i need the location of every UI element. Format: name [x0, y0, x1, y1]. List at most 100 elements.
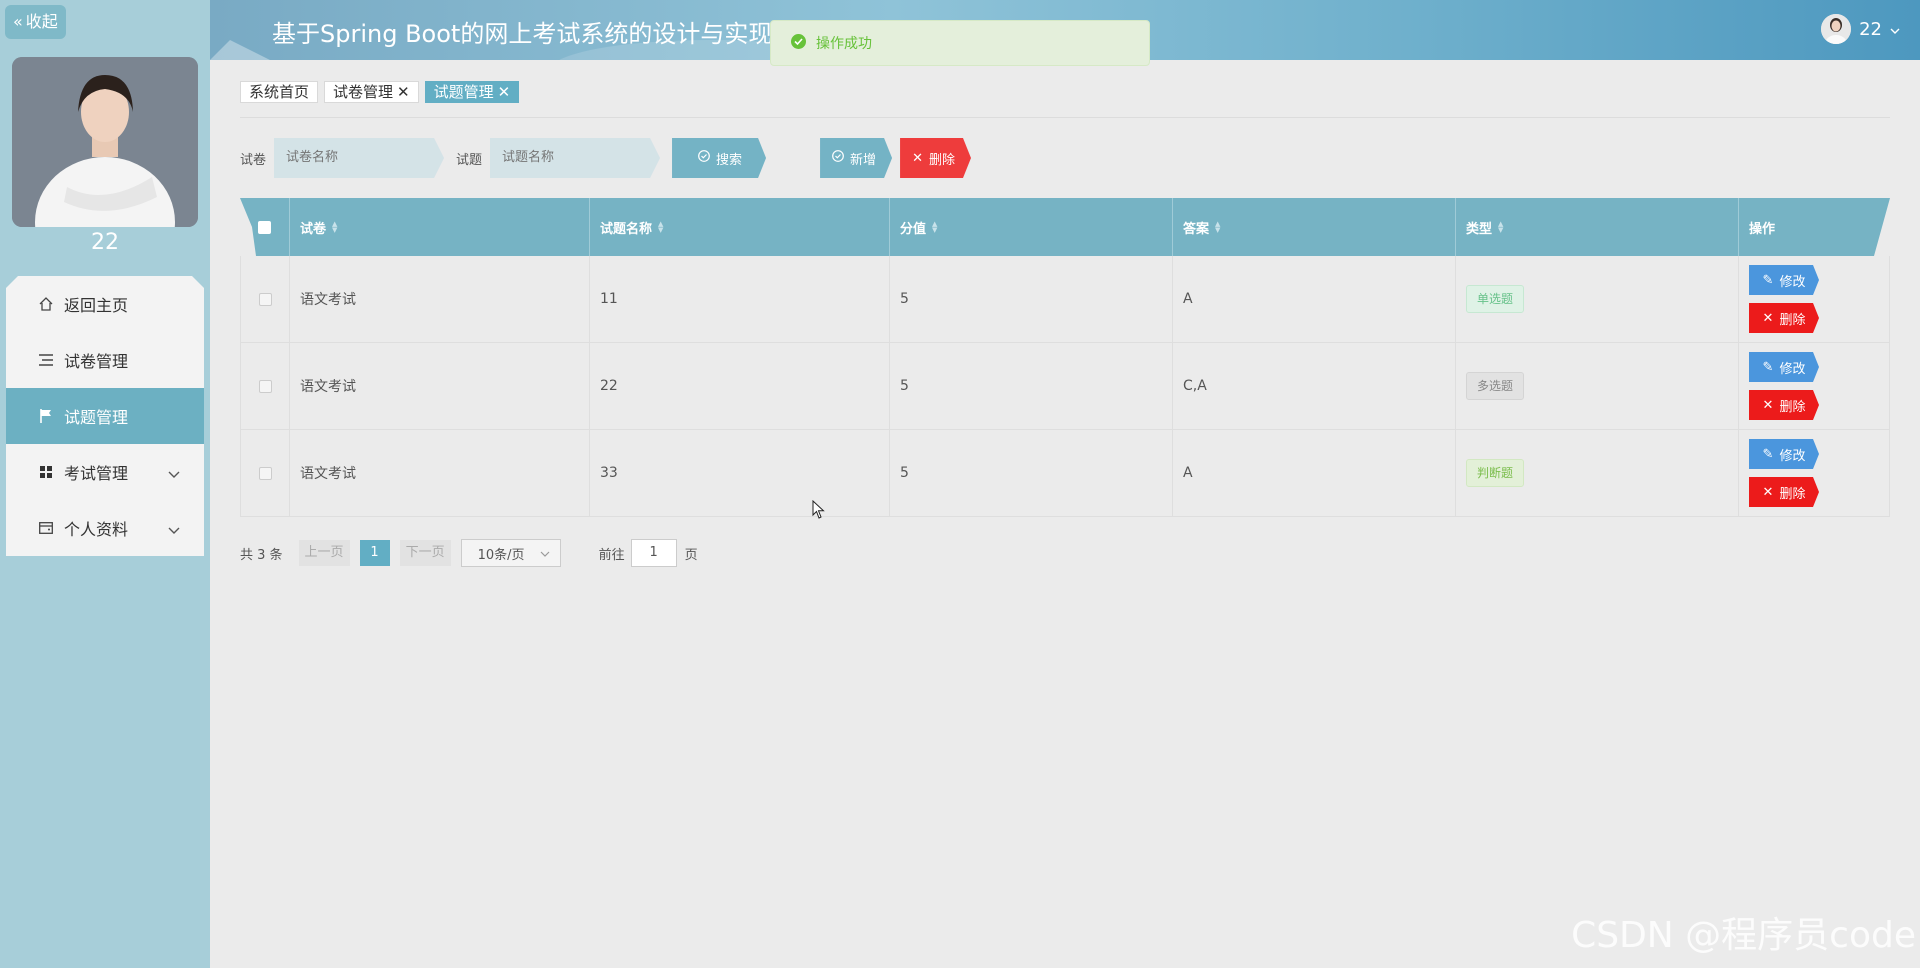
sidebar-item-paper-management[interactable]: 试卷管理: [6, 332, 204, 388]
column-header-score[interactable]: 分值 ▲ ▼: [890, 198, 1173, 256]
table-header: 试卷 ▲ ▼ 试题名称 ▲ ▼ 分值 ▲ ▼ 答案 ▲ ▼ 类型 ▲ ▼ 操作: [240, 198, 1890, 256]
chevron-down-icon: [168, 520, 180, 539]
flag-icon: [38, 408, 54, 424]
goto-label: 前往: [598, 547, 625, 563]
close-icon: ✕: [1762, 397, 1774, 413]
actions-cell: ✎ 修改 ✕ 删除: [1739, 343, 1890, 429]
sidebar-item-home[interactable]: 返回主页: [6, 276, 204, 332]
row-select-cell: [240, 343, 290, 429]
column-header-type[interactable]: 类型 ▲ ▼: [1456, 198, 1739, 256]
score-cell: 5: [890, 256, 1173, 342]
page-size-select[interactable]: 10条/页: [460, 539, 561, 567]
row-checkbox[interactable]: [258, 379, 272, 393]
question-name-input[interactable]: [490, 138, 661, 178]
collapse-button[interactable]: « 收起: [5, 5, 66, 39]
mouse-cursor-icon: [812, 499, 826, 524]
edit-button[interactable]: ✎ 修改: [1749, 265, 1819, 295]
sidebar-item-profile[interactable]: 个人资料: [6, 500, 204, 556]
answer-cell: C,A: [1173, 343, 1456, 429]
delete-button-label: 删除: [928, 152, 955, 168]
grid-icon: [38, 464, 54, 480]
column-header-paper[interactable]: 试卷 ▲ ▼: [290, 198, 590, 256]
column-header-question-name[interactable]: 试题名称 ▲ ▼: [590, 198, 890, 256]
close-icon[interactable]: ✕: [498, 82, 511, 102]
pagination: 共 3 条 上一页 1 下一页 10条/页 前往 1 页: [240, 539, 698, 567]
question-search-label: 试题: [456, 152, 483, 168]
divider: [240, 117, 1890, 118]
watermark: CSDN @程序员code: [1571, 915, 1916, 956]
user-menu[interactable]: 22: [1821, 14, 1900, 44]
type-badge: 单选题: [1466, 285, 1525, 313]
header-label: 类型: [1466, 221, 1493, 237]
home-icon: [38, 296, 54, 312]
goto-page-input[interactable]: 1: [630, 539, 677, 567]
check-circle-outline-icon: [698, 150, 710, 166]
score-cell: 5: [890, 430, 1173, 516]
paper-search-label: 试卷: [240, 152, 267, 168]
delete-button[interactable]: ✕ 删除: [1749, 477, 1819, 507]
close-icon: ✕: [1762, 310, 1774, 326]
edit-button[interactable]: ✎ 修改: [1749, 439, 1819, 469]
row-checkbox[interactable]: [258, 466, 272, 480]
avatar: [1821, 14, 1852, 44]
tag-bar: 系统首页 试卷管理 ✕ 试题管理 ✕: [240, 81, 520, 103]
row-checkbox[interactable]: [258, 292, 272, 306]
list-icon: [38, 352, 54, 368]
edit-label: 修改: [1779, 361, 1806, 377]
delete-label: 删除: [1779, 312, 1806, 328]
tag-home[interactable]: 系统首页: [240, 81, 319, 103]
column-header-actions: 操作: [1739, 198, 1890, 256]
select-all-cell: [240, 198, 290, 256]
select-all-checkbox[interactable]: [258, 220, 271, 234]
sidebar-item-label: 返回主页: [64, 296, 129, 315]
check-circle-icon: [791, 33, 806, 53]
tag-paper-management[interactable]: 试卷管理 ✕: [324, 81, 419, 103]
sidebar-item-exam-management[interactable]: 考试管理: [6, 444, 204, 500]
chevron-down-icon: [540, 546, 550, 561]
actions-cell: ✎ 修改 ✕ 删除: [1739, 430, 1890, 516]
search-button[interactable]: 搜索: [672, 138, 766, 178]
close-icon: ✕: [912, 150, 923, 166]
next-page-button[interactable]: 下一页: [399, 540, 451, 566]
delete-button[interactable]: ✕ 删除: [1749, 390, 1819, 420]
tag-question-management[interactable]: 试题管理 ✕: [424, 81, 520, 103]
header-label: 操作: [1749, 221, 1776, 237]
score-cell: 5: [890, 343, 1173, 429]
question-name-cell: 22: [590, 343, 890, 429]
tag-label: 试题管理: [433, 83, 494, 101]
edit-button[interactable]: ✎ 修改: [1749, 352, 1819, 382]
type-cell: 判断题: [1456, 430, 1739, 516]
question-name-cell: 11: [590, 256, 890, 342]
sort-icon: ▲ ▼: [658, 220, 664, 234]
toast-message: 操作成功: [816, 36, 872, 52]
sort-icon: ▲ ▼: [1215, 220, 1221, 234]
header-label: 试卷: [300, 221, 327, 237]
delete-button[interactable]: ✕ 删除: [1749, 303, 1819, 333]
paper-name-input[interactable]: [274, 138, 445, 178]
type-cell: 单选题: [1456, 256, 1739, 342]
sidebar-menu: 返回主页 试卷管理 试题管理 考试管理 个人资料: [6, 276, 204, 556]
page-unit-label: 页: [684, 547, 698, 563]
total-count: 共 3 条: [240, 547, 283, 563]
column-header-answer[interactable]: 答案 ▲ ▼: [1173, 198, 1456, 256]
edit-label: 修改: [1779, 274, 1806, 290]
edit-icon: ✎: [1762, 359, 1774, 375]
batch-delete-button[interactable]: ✕ 删除: [900, 138, 971, 178]
actions-cell: ✎ 修改 ✕ 删除: [1739, 256, 1890, 342]
type-badge: 判断题: [1466, 459, 1525, 487]
user-avatar-photo: [12, 57, 198, 227]
edit-icon: ✎: [1762, 272, 1774, 288]
prev-page-button[interactable]: 上一页: [298, 540, 350, 566]
add-button[interactable]: 新增: [820, 138, 892, 178]
close-icon[interactable]: ✕: [397, 82, 410, 102]
delete-label: 删除: [1779, 399, 1806, 415]
tag-label: 试卷管理: [333, 83, 394, 101]
page-number-1[interactable]: 1: [359, 540, 390, 566]
page-size-value: 10条/页: [477, 547, 525, 563]
header-label: 试题名称: [600, 221, 653, 237]
delete-label: 删除: [1779, 486, 1806, 502]
sidebar-item-question-management[interactable]: 试题管理: [6, 388, 204, 444]
questions-table: 试卷 ▲ ▼ 试题名称 ▲ ▼ 分值 ▲ ▼ 答案 ▲ ▼ 类型 ▲ ▼ 操作 语文考试 11 5 …: [240, 198, 1890, 517]
sort-icon: ▲ ▼: [1498, 220, 1504, 234]
close-icon: ✕: [1762, 484, 1774, 500]
